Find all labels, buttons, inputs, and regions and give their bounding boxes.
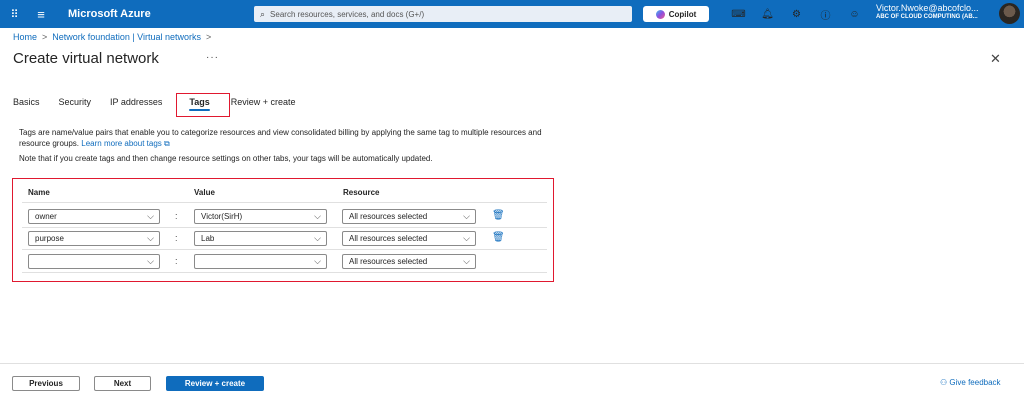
feedback-icon[interactable]: ☺ [840, 9, 869, 20]
search-placeholder: Search resources, services, and docs (G+… [270, 9, 425, 19]
delete-icon[interactable]: 🗑︎ [492, 232, 505, 243]
chevron-down-icon: ⌵ [147, 211, 154, 221]
tags-note: Note that if you create tags and then ch… [19, 154, 433, 163]
footer-divider [0, 363, 1024, 364]
learn-more-label: Learn more about tags [81, 139, 162, 148]
tag-name-input[interactable]: owner ⌵ [28, 209, 160, 224]
chevron-down-icon: ⌵ [147, 233, 154, 243]
copilot-icon [655, 9, 665, 19]
top-icons: ⌨ 🔔︎ ⚙ ⓘ ☺ [724, 0, 869, 28]
tag-resource-select[interactable]: All resources selected ⌵ [342, 254, 476, 269]
tag-value-input[interactable]: Victor(SirH) ⌵ [194, 209, 327, 224]
breadcrumb: Home > Network foundation | Virtual netw… [13, 32, 211, 42]
previous-button[interactable]: Previous [12, 376, 80, 391]
tag-value-value: Lab [201, 234, 215, 243]
settings-gear-icon[interactable]: ⚙ [782, 9, 811, 20]
close-icon[interactable]: ✕ [990, 51, 1001, 67]
tab-security[interactable]: Security [59, 97, 92, 107]
tag-resource-value: All resources selected [349, 234, 428, 243]
tab-ip-addresses[interactable]: IP addresses [110, 97, 162, 107]
wizard-tabs: Basics Security IP addresses Tags Review… [13, 97, 315, 111]
tag-name-input[interactable]: purpose ⌵ [28, 231, 160, 246]
copilot-button[interactable]: Copilot [643, 6, 709, 22]
tag-resource-select[interactable]: All resources selected ⌵ [342, 209, 476, 224]
column-header-resource: Resource [343, 188, 380, 197]
breadcrumb-parent[interactable]: Network foundation | Virtual networks [52, 32, 201, 42]
separator-colon: : [175, 211, 178, 221]
tag-name-value: purpose [35, 234, 64, 243]
tag-value-input[interactable]: ⌵ [194, 254, 327, 269]
breadcrumb-separator: > [206, 32, 212, 42]
copilot-label: Copilot [668, 9, 697, 19]
tag-value-input[interactable]: Lab ⌵ [194, 231, 327, 246]
tab-basics[interactable]: Basics [13, 97, 40, 107]
external-link-icon: ⧉ [164, 139, 170, 148]
page-title: Create virtual network [13, 50, 159, 67]
learn-more-link[interactable]: Learn more about tags ⧉ [81, 139, 169, 148]
portal-menu-icon[interactable]: ≡ [30, 7, 52, 22]
grid-divider [22, 249, 547, 250]
app-launcher-icon[interactable]: ⠿ [0, 8, 30, 21]
tag-value-value: Victor(SirH) [201, 212, 243, 221]
feedback-person-icon: ⚇ [940, 378, 948, 387]
more-options-icon[interactable]: ··· [206, 52, 219, 63]
breadcrumb-separator: > [42, 32, 48, 42]
tag-resource-value: All resources selected [349, 257, 428, 266]
tag-resource-value: All resources selected [349, 212, 428, 221]
tags-tab-highlight [176, 93, 230, 117]
account-name: Victor.Nwoke@abcofclo... [876, 3, 979, 13]
grid-divider [22, 202, 547, 203]
give-feedback-label: Give feedback [949, 378, 1001, 387]
brand-title[interactable]: Microsoft Azure [68, 8, 228, 20]
chevron-down-icon: ⌵ [314, 256, 321, 266]
avatar[interactable] [999, 3, 1020, 24]
tag-name-input[interactable]: ⌵ [28, 254, 160, 269]
next-button[interactable]: Next [94, 376, 151, 391]
column-header-name: Name [28, 188, 50, 197]
tag-name-value: owner [35, 212, 57, 221]
separator-colon: : [175, 233, 178, 243]
separator-colon: : [175, 256, 178, 266]
tab-review-create[interactable]: Review + create [231, 97, 296, 107]
chevron-down-icon: ⌵ [314, 233, 321, 243]
review-create-button[interactable]: Review + create [166, 376, 264, 391]
chevron-down-icon: ⌵ [463, 211, 470, 221]
notifications-icon[interactable]: 🔔︎ [753, 9, 782, 20]
help-icon[interactable]: ⓘ [811, 7, 840, 22]
grid-divider [22, 227, 547, 228]
account-org: ABC OF CLOUD COMPUTING (AB... [876, 13, 978, 20]
tag-resource-select[interactable]: All resources selected ⌵ [342, 231, 476, 246]
chevron-down-icon: ⌵ [463, 233, 470, 243]
delete-icon[interactable]: 🗑︎ [492, 210, 505, 221]
column-header-value: Value [194, 188, 215, 197]
give-feedback-link[interactable]: ⚇ Give feedback [940, 378, 1001, 387]
chevron-down-icon: ⌵ [147, 256, 154, 266]
cloud-shell-icon[interactable]: ⌨ [724, 9, 753, 20]
account-menu[interactable]: Victor.Nwoke@abcofclo... ABC OF CLOUD CO… [876, 3, 979, 20]
chevron-down-icon: ⌵ [463, 256, 470, 266]
grid-divider [22, 272, 547, 273]
chevron-down-icon: ⌵ [314, 211, 321, 221]
breadcrumb-home[interactable]: Home [13, 32, 37, 42]
global-search-input[interactable]: ⌕ Search resources, services, and docs (… [254, 6, 632, 22]
search-icon: ⌕ [260, 8, 266, 19]
tags-description: Tags are name/value pairs that enable yo… [19, 127, 559, 149]
